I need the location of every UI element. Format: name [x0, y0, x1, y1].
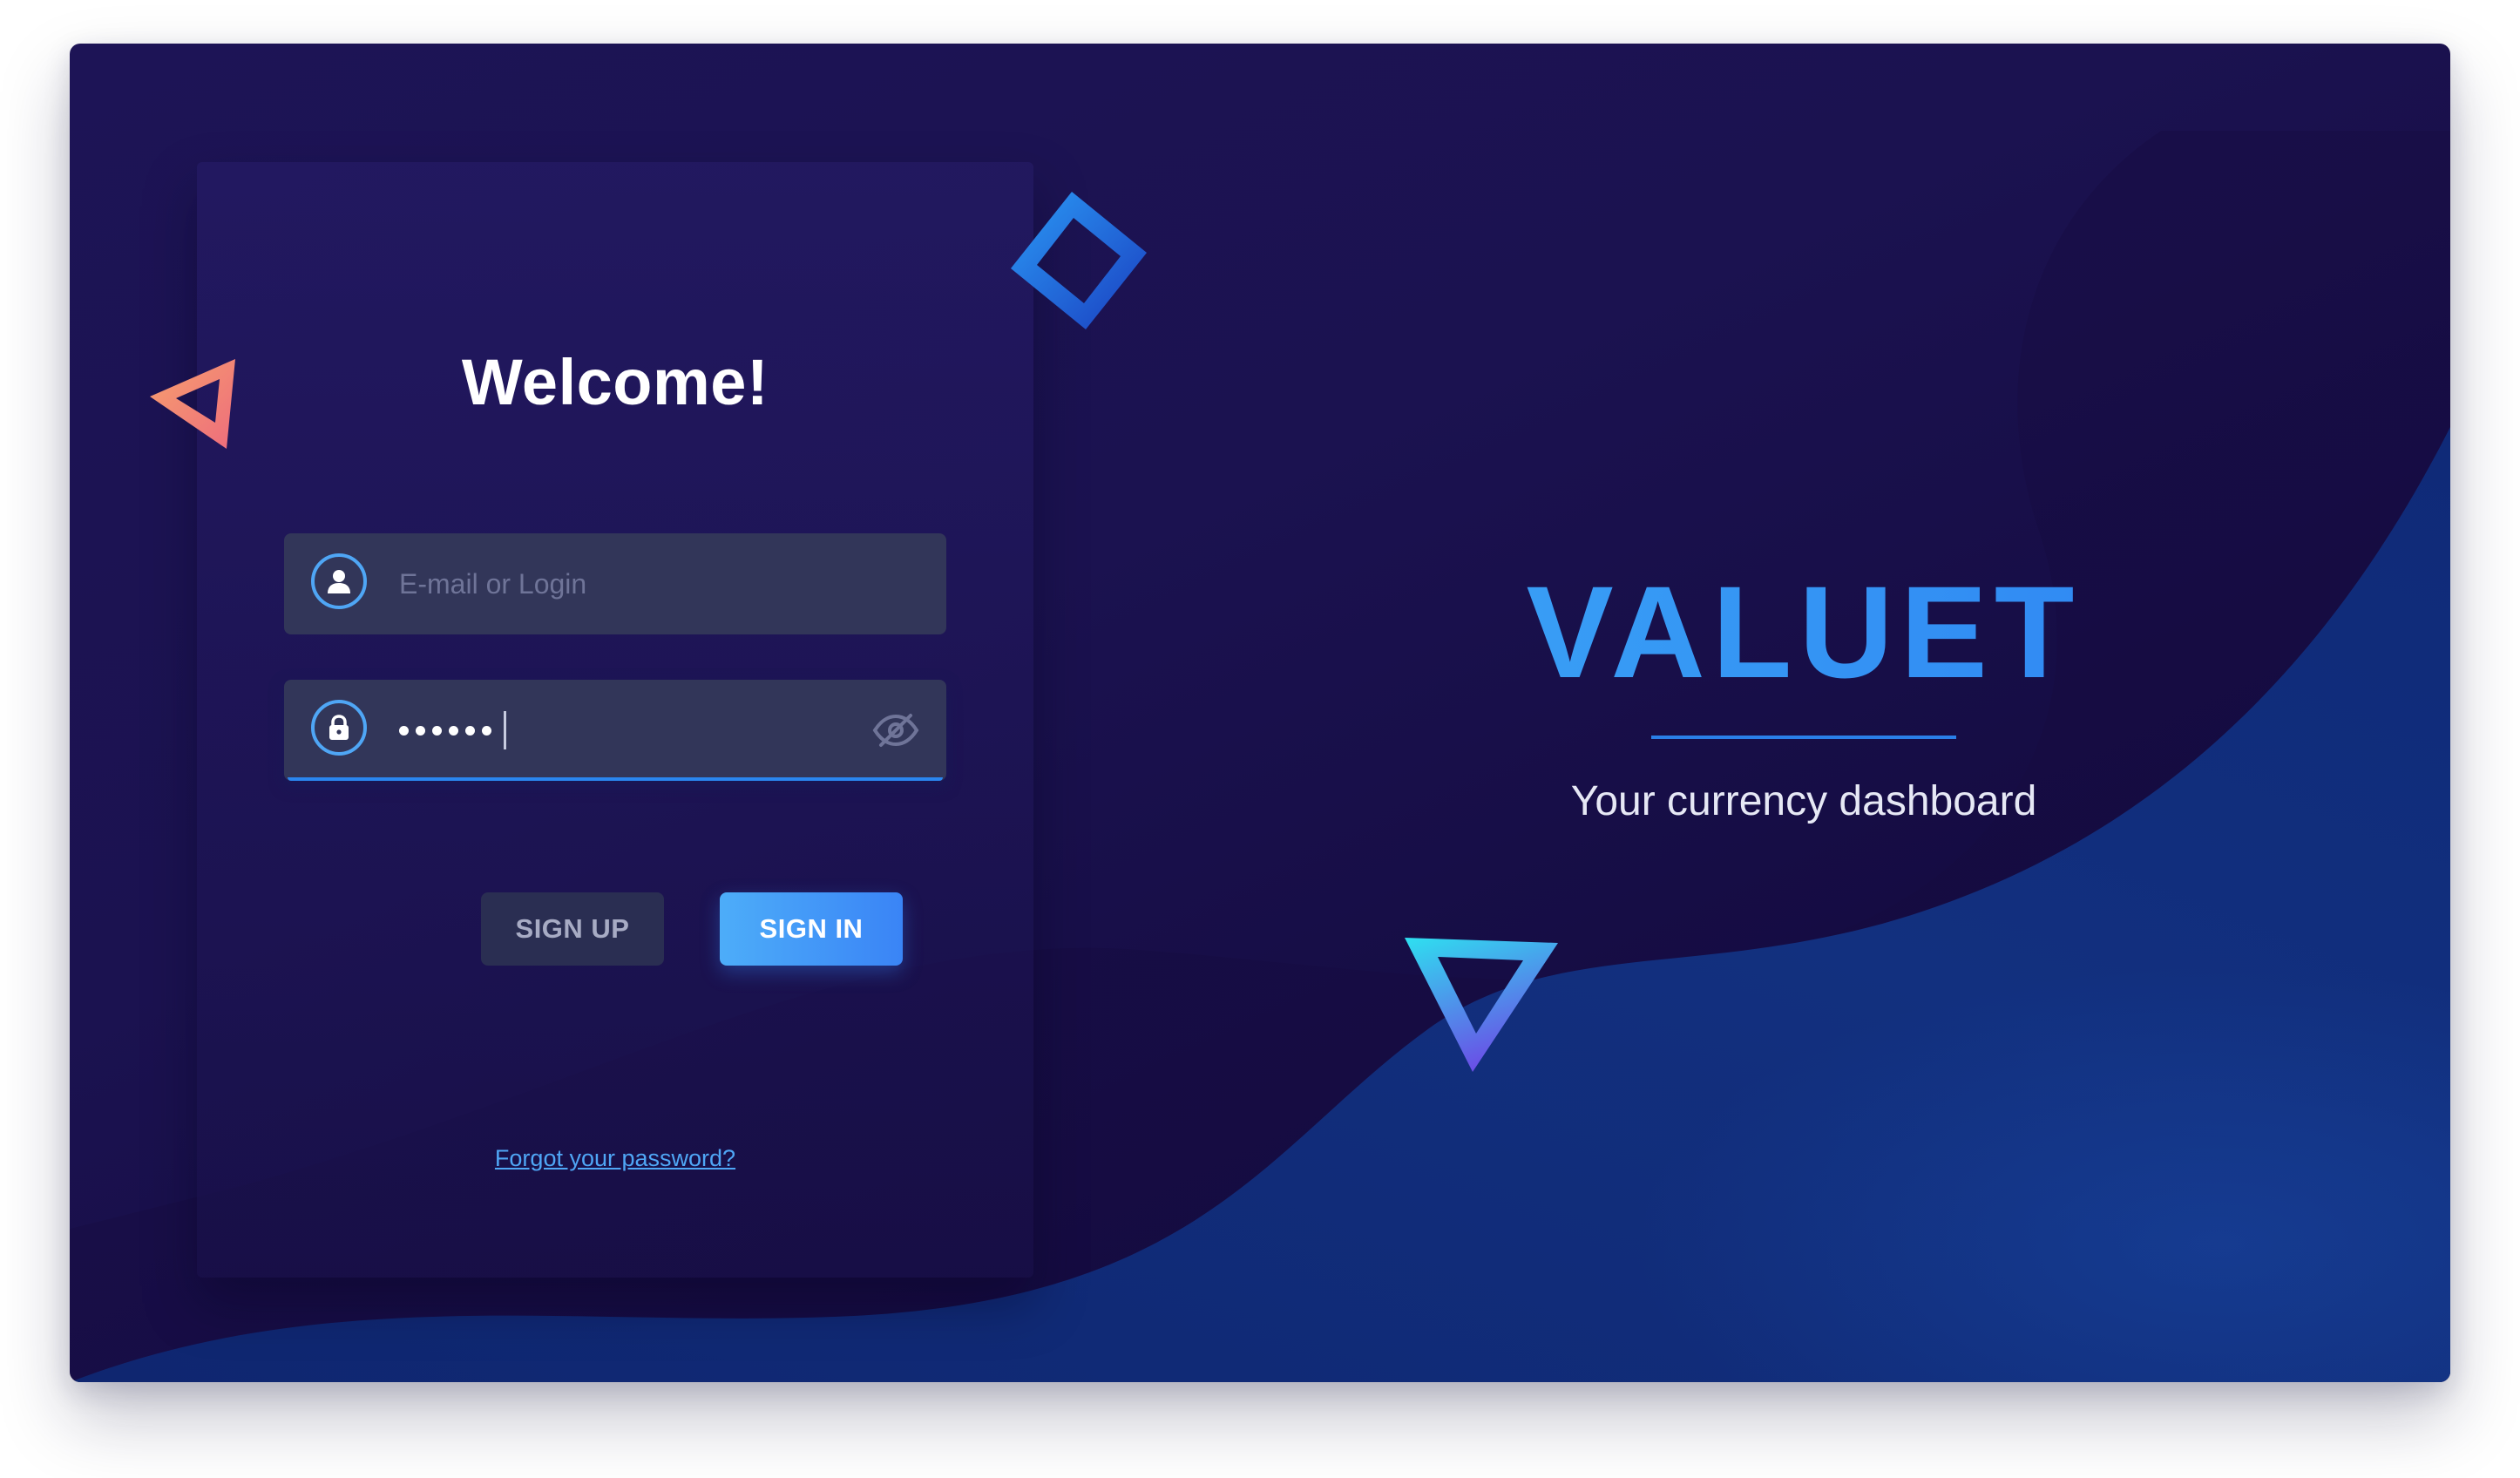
blue-diamond-decoration	[1011, 192, 1147, 329]
lock-icon	[311, 700, 367, 756]
email-field[interactable]	[284, 533, 946, 634]
orange-triangle-decoration	[150, 359, 235, 449]
password-dot	[449, 725, 458, 736]
forgot-password-link[interactable]: Forgot your password?	[495, 1145, 735, 1171]
brand-block: VALUET Your currency dashboard	[1377, 566, 2231, 825]
forgot-password-container: Forgot your password?	[197, 1145, 1033, 1172]
email-input[interactable]	[399, 554, 852, 614]
login-card: Welcome! E-mail or Login SIGN UP SIGN IN…	[197, 162, 1033, 1278]
password-dot	[465, 725, 475, 736]
app-window: Welcome! E-mail or Login SIGN UP SIGN IN…	[70, 44, 2450, 1382]
brand-tagline: Your currency dashboard	[1570, 778, 2037, 824]
password-dot	[416, 725, 425, 736]
text-caret	[504, 711, 506, 749]
password-field[interactable]	[284, 680, 946, 781]
password-dot	[482, 725, 491, 736]
user-icon	[311, 553, 367, 609]
cyan-triangle-decoration	[1405, 938, 1558, 1072]
brand-divider	[1651, 736, 1956, 739]
eye-off-icon[interactable]	[871, 709, 920, 751]
brand-logo-text: VALUET	[1377, 566, 2231, 697]
sign-in-button[interactable]: SIGN IN	[720, 892, 903, 966]
password-dot	[432, 725, 442, 736]
password-input[interactable]	[399, 709, 506, 751]
password-dot	[399, 725, 409, 736]
welcome-heading: Welcome!	[461, 346, 769, 418]
sign-up-button[interactable]: SIGN UP	[481, 892, 664, 966]
